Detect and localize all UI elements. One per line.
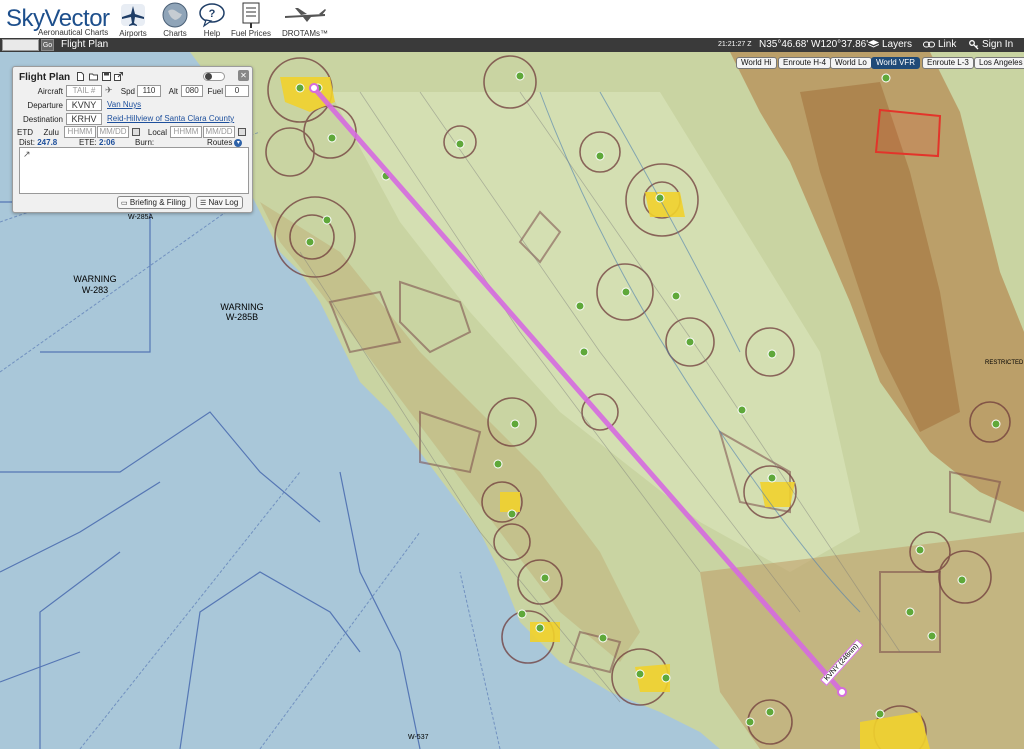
route-waypoint-start[interactable] [309, 83, 319, 93]
globe-icon [160, 2, 190, 28]
aircraft-label: Aircraft [37, 87, 63, 96]
altitude-label: Alt [168, 87, 178, 96]
speed-label: Spd [120, 87, 135, 96]
ete-label: ETE: [79, 138, 97, 147]
warning-w285b-label: WARNING W-285B [217, 302, 267, 322]
burn-label: Burn: [135, 138, 155, 147]
briefing-filing-button[interactable]: ▭ Briefing & Filing [117, 196, 191, 209]
link-button[interactable]: Link [923, 39, 956, 50]
cursor-coordinates: N35°46.68' W120°37.86' [759, 39, 869, 50]
route-arrow-icon: ↗ [23, 149, 31, 159]
svg-text:?: ? [209, 8, 216, 20]
nav-fuel-prices-label: Fuel Prices [230, 29, 271, 38]
chevron-down-icon: ▾ [234, 138, 243, 147]
new-document-icon[interactable] [76, 72, 85, 81]
layers-button[interactable]: Layers [868, 39, 912, 50]
chart-enroute-h4-button[interactable]: Enroute H-4 [778, 57, 832, 69]
distance-readout: Dist: 247.8 [19, 138, 57, 147]
link-icon [923, 41, 935, 48]
zulu-calendar-icon[interactable] [132, 128, 140, 136]
nav-drotams-label: DROTAMs™ [281, 29, 329, 38]
tfr-area[interactable] [874, 108, 942, 158]
layers-label: Layers [882, 39, 913, 50]
departure-label: Departure [27, 101, 63, 110]
toolbar: Go Flight Plan 21:21:27 Z N35°46.68' W12… [0, 38, 1024, 52]
nav-log-label: Nav Log [208, 198, 239, 207]
ete-value: 2:06 [99, 138, 116, 147]
fuel-label: Fuel [207, 87, 223, 96]
zulu-time: 21:21:27 Z [718, 41, 752, 48]
etd-label: ETD [17, 128, 33, 137]
speed-input[interactable]: 110 [137, 85, 161, 97]
local-calendar-icon[interactable] [238, 128, 246, 136]
sign-in-button[interactable]: Sign In [969, 39, 1013, 50]
destination-airport-link[interactable]: Reid-Hillview of Santa Clara County [107, 114, 234, 123]
route-waypoint-end[interactable] [837, 687, 847, 697]
warning-w537-label: W-537 [408, 734, 429, 741]
chart-world-lo-button[interactable]: World Lo [830, 57, 872, 69]
ete-readout: ETE: 2:06 [79, 138, 115, 147]
chart-world-hi-button[interactable]: World Hi [736, 57, 777, 69]
chart-enroute-l3-button[interactable]: Enroute L-3 [922, 57, 974, 69]
sign-in-label: Sign In [982, 39, 1014, 50]
chart-world-vfr-button[interactable]: World VFR [871, 57, 920, 69]
local-label: Local [147, 128, 167, 137]
list-icon: ☰ [200, 200, 207, 207]
route-input[interactable]: ↗ [19, 147, 249, 194]
departure-airport-link[interactable]: Van Nuys [107, 100, 141, 109]
nav-drotams[interactable]: DROTAMs™ [280, 2, 330, 38]
fuel-sign-icon [236, 2, 266, 28]
destination-label: Destination [22, 115, 63, 124]
warning-w283-id: W-283 [81, 285, 109, 295]
zulu-time-input[interactable]: HHMM [64, 126, 96, 138]
flight-plan-toggle[interactable]: Flight Plan [61, 39, 108, 50]
briefing-filing-label: Briefing & Filing [129, 198, 186, 207]
go-button[interactable]: Go [41, 39, 54, 51]
fuel-input[interactable]: 0 [225, 85, 249, 97]
local-date-input[interactable]: MM/DD [203, 126, 235, 138]
nav-log-button[interactable]: ☰ Nav Log [196, 196, 244, 209]
flight-plan-panel: Flight Plan ✕ Aircraft TAIL # ✈ Spd 110 … [12, 66, 253, 213]
drone-icon [281, 2, 329, 28]
warning-w285b-id: W-285B [225, 312, 259, 322]
warning-w285b-title: WARNING [220, 302, 264, 312]
logo-subtitle: Aeronautical Charts [38, 28, 109, 37]
destination-input[interactable]: KRHV [66, 113, 102, 125]
key-icon [969, 39, 979, 49]
top-header: SkyVector Aeronautical Charts Airports C… [0, 0, 1024, 38]
layers-icon [868, 40, 879, 48]
aircraft-tail-input[interactable]: TAIL # [66, 85, 102, 97]
chart-los-angeles-button[interactable]: Los Angeles [974, 57, 1024, 69]
speech-bubble-icon: ? [197, 2, 227, 28]
flight-plan-title: Flight Plan [19, 72, 71, 83]
flight-plan-toggle-switch[interactable] [203, 72, 225, 81]
altitude-input[interactable]: 080 [181, 85, 203, 97]
warning-w285a-label: W-285A [128, 214, 154, 221]
open-folder-icon[interactable] [89, 72, 98, 81]
warning-w283-title: WARNING [73, 274, 117, 284]
departure-input[interactable]: KVNY [66, 99, 102, 111]
zulu-date-input[interactable]: MM/DD [97, 126, 129, 138]
link-label: Link [938, 39, 957, 50]
briefing-icon: ▭ [121, 200, 128, 207]
search-input[interactable] [2, 39, 39, 51]
distance-value: 247.8 [37, 138, 58, 147]
local-time-input[interactable]: HHMM [170, 126, 202, 138]
share-icon[interactable] [114, 72, 123, 81]
aircraft-select-icon[interactable]: ✈ [105, 85, 113, 96]
warning-w283-label: WARNING W-283 [60, 274, 130, 296]
nav-fuel-prices[interactable]: Fuel Prices [226, 2, 276, 38]
airplane-icon [118, 2, 148, 28]
zulu-label: Zulu [43, 128, 59, 137]
save-icon[interactable] [102, 72, 111, 81]
close-icon[interactable]: ✕ [238, 70, 249, 81]
restricted-area-label: RESTRICTED [985, 360, 1024, 366]
routes-label: Routes [207, 138, 233, 147]
distance-label: Dist: [19, 138, 35, 147]
routes-button[interactable]: Routes ▾ [207, 138, 243, 147]
